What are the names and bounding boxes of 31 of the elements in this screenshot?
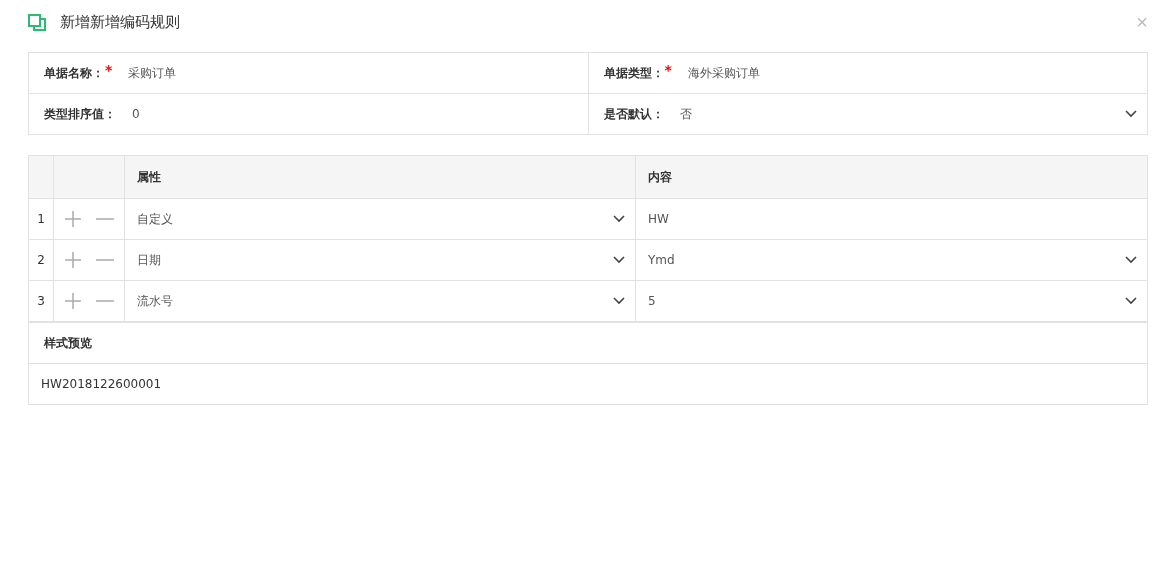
content-select[interactable]: 5 xyxy=(648,294,1125,308)
dialog-title: 新增新增编码规则 xyxy=(60,12,181,32)
row-number: 3 xyxy=(37,294,45,308)
property-select[interactable]: 流水号 xyxy=(137,292,613,310)
column-header: 内容 xyxy=(648,168,672,186)
property-select[interactable]: 日期 xyxy=(137,251,613,269)
chevron-down-icon[interactable] xyxy=(613,256,625,264)
required-mark: * xyxy=(105,62,113,78)
field-value: 采购订单 xyxy=(128,64,178,82)
preview-value: HW2018122600001 xyxy=(41,377,162,391)
chevron-down-icon[interactable] xyxy=(613,297,625,305)
row-number: 1 xyxy=(37,212,45,226)
chevron-down-icon[interactable] xyxy=(613,215,625,223)
field-value: 0 xyxy=(132,107,141,121)
content-input[interactable]: HW xyxy=(648,212,1137,226)
row-number: 2 xyxy=(37,253,45,267)
copy-icon xyxy=(28,13,46,31)
field-label: 类型排序值： xyxy=(44,105,116,123)
field-value: 否 xyxy=(679,105,693,123)
field-label: 是否默认： xyxy=(603,105,664,123)
chevron-down-icon[interactable] xyxy=(1125,256,1137,264)
required-mark: * xyxy=(664,62,672,78)
field-label: 单据类型： xyxy=(603,64,664,82)
chevron-down-icon[interactable] xyxy=(1125,110,1137,118)
content-select[interactable]: Ymd xyxy=(648,253,1125,267)
preview-heading: 样式预览 xyxy=(44,334,92,352)
field-label: 单据名称： xyxy=(44,64,104,82)
chevron-down-icon[interactable] xyxy=(1125,297,1137,305)
column-header: 属性 xyxy=(137,168,161,186)
field-value: 海外采购订单 xyxy=(687,64,761,82)
property-select[interactable]: 自定义 xyxy=(137,210,613,228)
